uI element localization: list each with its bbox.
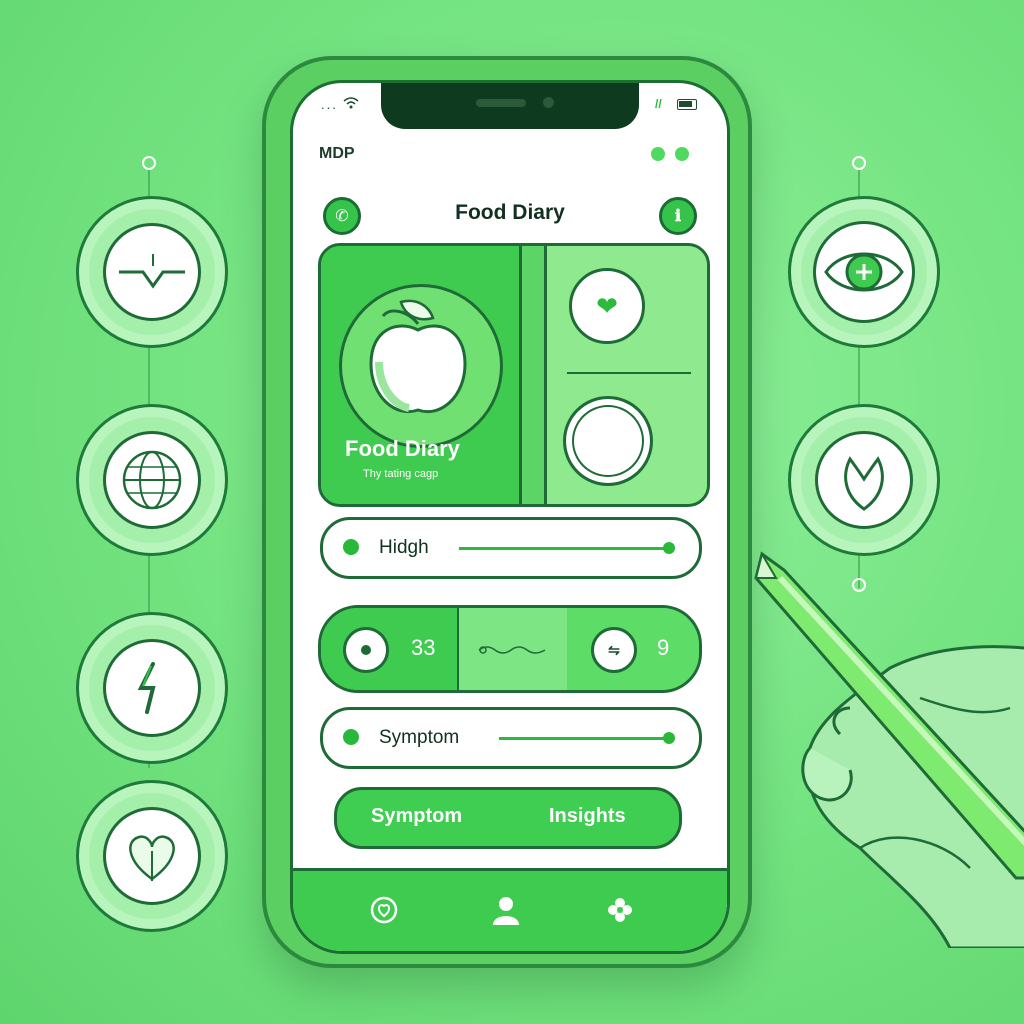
info-icon: ℹ [674, 208, 682, 225]
info-button[interactable]: ℹ [659, 197, 697, 235]
phone-frame: ... // MDP ✆ Food Diary ℹ Food Diary Thy… [262, 56, 752, 968]
heart-leaf-icon [103, 807, 201, 905]
stats-bar: 33 ⇋ 9 [318, 605, 702, 693]
globe-icon [103, 431, 201, 529]
eye-plus-icon [813, 221, 915, 323]
left-connector-dot [142, 156, 156, 170]
tab-wellness[interactable] [603, 893, 637, 927]
hero-divider-strip [522, 246, 547, 504]
speaker-grille [476, 99, 526, 107]
slider-indicator-dot [343, 539, 359, 555]
stat-value-left: 33 [411, 635, 436, 660]
battery-icon [677, 99, 697, 111]
status-right-marks: // [654, 97, 662, 111]
lightning-feature-circle[interactable] [76, 612, 228, 764]
slider-label: Hidgh [379, 537, 429, 558]
bottom-tab-bar [293, 868, 727, 951]
lightning-icon [103, 639, 201, 737]
target-icon [361, 645, 371, 655]
symptom-insights-button[interactable]: Symptom Insights [334, 787, 682, 849]
hero-left-panel: Food Diary Thy tating cagp [321, 246, 522, 504]
insights-action-label[interactable]: Insights [549, 805, 626, 828]
slider-thumb[interactable] [663, 732, 675, 744]
stylus-hand-illustration [740, 548, 1024, 950]
wave-line-icon [477, 643, 547, 661]
heartbeat-feature-circle[interactable] [76, 196, 228, 348]
flower-icon [608, 898, 632, 922]
link-icon: ⇋ [608, 641, 620, 658]
leaf-icon [815, 431, 913, 529]
status-dot-2[interactable] [675, 147, 689, 161]
symptom-action-label[interactable]: Symptom [371, 805, 462, 828]
heart-icon: ❤ [596, 290, 618, 321]
heart-shield-icon [370, 896, 398, 924]
hero-right-divider [567, 372, 691, 374]
globe-feature-circle[interactable] [76, 404, 228, 556]
food-diary-card[interactable]: Food Diary Thy tating cagp ❤ [318, 243, 710, 507]
leaf-feature-circle[interactable] [788, 404, 940, 556]
slider-label: Symptom [379, 727, 460, 748]
favorite-button[interactable]: ❤ [569, 268, 645, 344]
stat-value-right: 9 [657, 635, 670, 660]
intensity-slider[interactable]: Hidgh [320, 517, 702, 579]
tab-health[interactable] [367, 893, 401, 927]
link-button[interactable]: ⇋ [591, 627, 637, 673]
brand-label: MDP [319, 145, 355, 162]
symptom-slider[interactable]: Symptom [320, 707, 702, 769]
profile-icon [493, 897, 519, 925]
wifi-icon [343, 97, 359, 112]
right-connector-dot-top [852, 156, 866, 170]
phone-notch [381, 83, 639, 129]
status-signal-icon: ... [321, 97, 359, 112]
app-screen: ... // MDP ✆ Food Diary ℹ Food Diary Thy… [290, 80, 730, 954]
heartbeat-icon [103, 223, 201, 321]
heart-leaf-feature-circle[interactable] [76, 780, 228, 932]
empty-slot-button[interactable] [563, 396, 653, 486]
status-right-group: // [655, 97, 697, 111]
tab-profile[interactable] [489, 893, 523, 927]
slider-track[interactable] [499, 737, 667, 740]
slider-indicator-dot [343, 729, 359, 745]
status-dot-1[interactable] [651, 147, 665, 161]
slider-track[interactable] [459, 547, 667, 550]
slider-thumb[interactable] [663, 542, 675, 554]
hero-title: Food Diary [345, 436, 460, 461]
stats-segment-left [321, 608, 457, 690]
hero-subtitle: Thy tating cagp [363, 468, 439, 480]
signal-dots: ... [321, 97, 338, 112]
front-camera [543, 97, 554, 108]
eye-feature-circle[interactable] [788, 196, 940, 348]
target-button[interactable] [343, 627, 389, 673]
apple-icon [339, 284, 503, 448]
